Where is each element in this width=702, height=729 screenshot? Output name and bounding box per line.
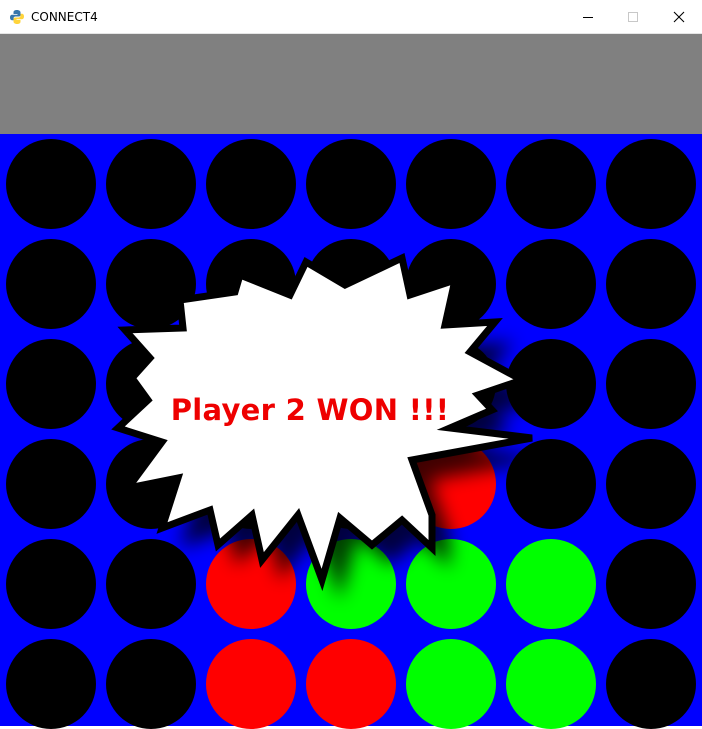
win-burst bbox=[111, 252, 533, 592]
win-message: Player 2 WON !!! bbox=[170, 393, 450, 427]
